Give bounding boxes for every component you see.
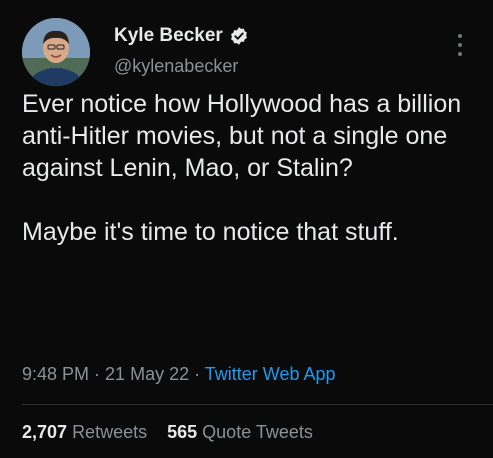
- more-dot: [458, 43, 462, 47]
- retweets-count: 2,707: [22, 422, 68, 442]
- verified-badge-icon: [230, 27, 247, 45]
- meta-separator: ·: [89, 364, 106, 384]
- tweet-source[interactable]: Twitter Web App: [205, 364, 336, 384]
- display-name-row: Kyle Becker: [114, 24, 249, 48]
- tweet-text: Ever notice how Hollywood has a billion …: [22, 88, 477, 248]
- quotes-label: Quote Tweets: [202, 422, 313, 442]
- retweets-stat[interactable]: 2,707 Retweets: [22, 422, 147, 443]
- tweet-time[interactable]: 9:48 PM: [22, 364, 89, 384]
- tweet-header: Kyle Becker @kylenabecker: [22, 18, 477, 88]
- quotes-count: 565: [167, 422, 198, 442]
- display-name[interactable]: Kyle Becker: [114, 25, 223, 47]
- tweet-card: Kyle Becker @kylenabecker Ever notice ho…: [0, 0, 493, 458]
- meta-separator: ·: [189, 364, 205, 384]
- more-dot: [458, 52, 462, 56]
- avatar-image: [22, 18, 90, 86]
- quotes-stat[interactable]: 565 Quote Tweets: [167, 422, 313, 443]
- retweets-label: Retweets: [72, 422, 148, 442]
- author-names: Kyle Becker @kylenabecker: [114, 24, 249, 77]
- author-handle[interactable]: @kylenabecker: [114, 56, 249, 77]
- tweet-stats: 2,707 Retweets 565 Quote Tweets: [22, 422, 313, 443]
- tweet-date[interactable]: 21 May 22: [105, 364, 189, 384]
- tweet-meta: 9:48 PM · 21 May 22 · Twitter Web App: [22, 364, 336, 385]
- divider: [22, 404, 493, 405]
- tweet-paragraph: Maybe it's time to notice that stuff.: [22, 218, 399, 246]
- more-dot: [458, 34, 462, 38]
- more-options-icon[interactable]: [457, 34, 463, 56]
- tweet-paragraph: Ever notice how Hollywood has a billion …: [22, 90, 462, 182]
- avatar[interactable]: [22, 18, 90, 86]
